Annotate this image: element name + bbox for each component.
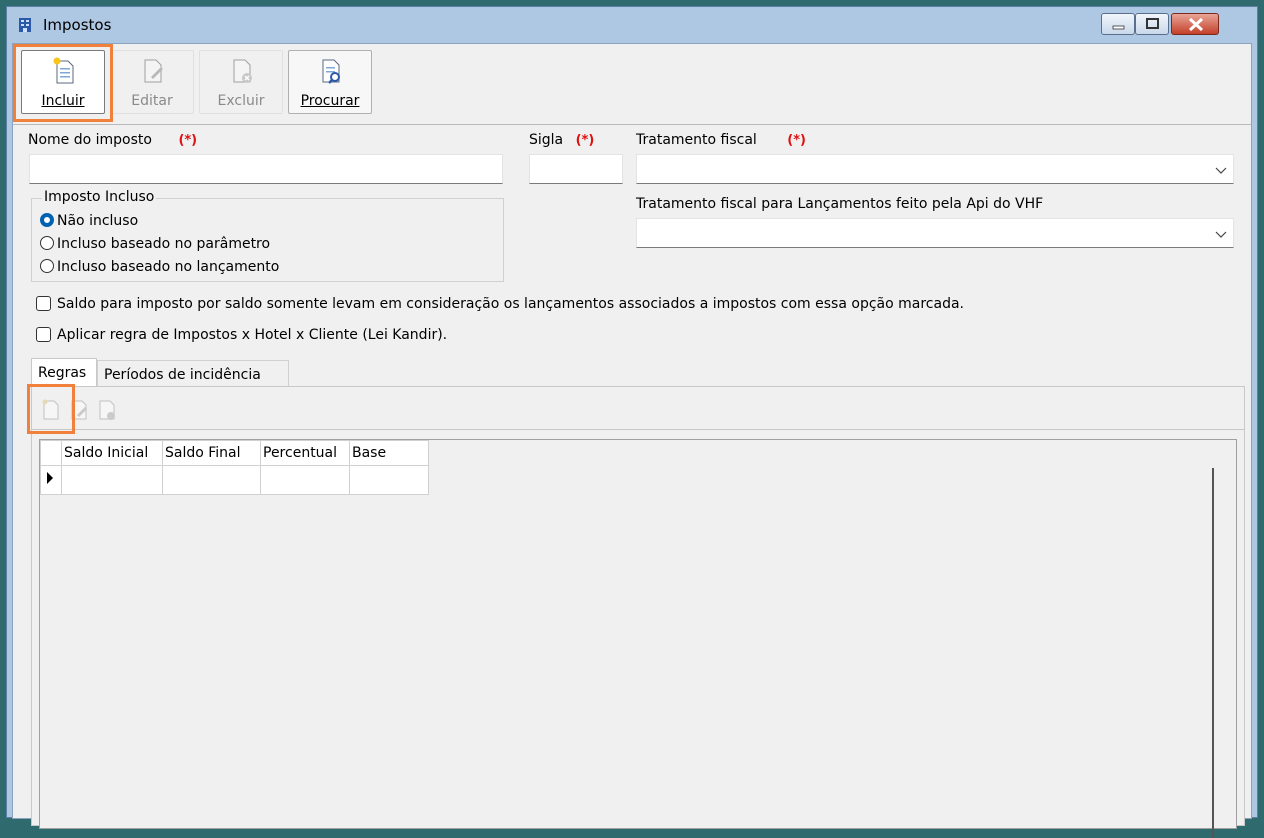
- saldo-checkbox[interactable]: Saldo para imposto por saldo somente lev…: [36, 296, 964, 312]
- checkbox-icon: [36, 296, 51, 311]
- procurar-button[interactable]: Procurar: [288, 50, 372, 114]
- edit-document-icon: [144, 59, 163, 83]
- incluir-label: Incluir: [41, 93, 85, 109]
- radio-label: Incluso baseado no lançamento: [57, 259, 280, 275]
- tratamento-api-label: Tratamento fiscal para Lançamentos feito…: [636, 196, 1044, 212]
- radio-incluso-lancamento[interactable]: Incluso baseado no lançamento: [40, 259, 279, 275]
- table-row[interactable]: [40, 465, 429, 495]
- tratamento-label: Tratamento fiscal (*): [636, 132, 806, 148]
- editar-button[interactable]: Editar: [110, 50, 194, 114]
- radio-selected-icon: [40, 213, 54, 227]
- grid-header-row: Saldo Inicial Saldo Final Percentual Bas…: [40, 440, 429, 466]
- lei-kandir-checkbox-label: Aplicar regra de Impostos x Hotel x Clie…: [57, 327, 448, 343]
- regras-panel: Saldo Inicial Saldo Final Percentual Bas…: [31, 386, 1245, 838]
- chevron-down-icon: [1215, 167, 1227, 174]
- cell-saldo-inicial[interactable]: [61, 465, 163, 495]
- minimize-icon: [1112, 25, 1125, 30]
- required-mark: (*): [575, 133, 595, 148]
- saldo-checkbox-label: Saldo para imposto por saldo somente lev…: [57, 296, 964, 312]
- minimize-button[interactable]: [1101, 13, 1135, 35]
- required-mark: (*): [178, 133, 198, 148]
- delete-rule-icon[interactable]: [97, 399, 117, 421]
- grid-corner: [40, 440, 62, 466]
- edit-rule-icon[interactable]: [69, 399, 89, 421]
- window-title: Impostos: [43, 16, 112, 34]
- checkbox-icon: [36, 327, 51, 342]
- maximize-icon: [1146, 18, 1159, 29]
- incluir-button[interactable]: Incluir: [21, 50, 105, 114]
- excluir-button[interactable]: Excluir: [199, 50, 283, 114]
- imposto-incluso-legend: Imposto Incluso: [42, 189, 157, 205]
- tratamento-api-select[interactable]: [636, 218, 1234, 248]
- impostos-window: Impostos Incluir Editar Excluir Procurar…: [6, 6, 1258, 838]
- client-area: Incluir Editar Excluir Procurar Nome do …: [12, 43, 1252, 838]
- radio-nao-incluso[interactable]: Não incluso: [40, 213, 138, 229]
- radio-label: Não incluso: [57, 213, 139, 229]
- col-base[interactable]: Base: [349, 440, 429, 466]
- chevron-down-icon: [1215, 231, 1227, 238]
- vertical-scrollbar[interactable]: [1212, 468, 1214, 838]
- tratamento-fiscal-select[interactable]: [636, 154, 1234, 184]
- main-toolbar: Incluir Editar Excluir Procurar: [13, 44, 1251, 125]
- radio-unselected-icon: [40, 236, 54, 250]
- required-mark: (*): [787, 133, 806, 148]
- tab-regras[interactable]: Regras: [31, 358, 97, 386]
- col-percentual[interactable]: Percentual: [260, 440, 350, 466]
- tab-periodos[interactable]: Períodos de incidência: [97, 360, 289, 386]
- new-rule-icon[interactable]: [41, 399, 61, 421]
- cell-base[interactable]: [349, 465, 429, 495]
- imposto-incluso-group: Imposto Incluso Não incluso Incluso base…: [31, 189, 504, 282]
- current-row-arrow-icon: [47, 472, 53, 484]
- lei-kandir-checkbox[interactable]: Aplicar regra de Impostos x Hotel x Clie…: [36, 327, 447, 343]
- close-button[interactable]: [1171, 13, 1219, 35]
- nome-label: Nome do imposto (*): [28, 132, 197, 148]
- sigla-label: Sigla (*): [529, 132, 594, 148]
- close-icon: [1188, 17, 1204, 32]
- sigla-label-text: Sigla: [529, 132, 564, 148]
- cell-saldo-final[interactable]: [162, 465, 261, 495]
- search-document-icon: [322, 59, 340, 84]
- delete-document-icon: [233, 59, 252, 83]
- rules-table: Saldo Inicial Saldo Final Percentual Bas…: [40, 440, 429, 495]
- col-saldo-inicial[interactable]: Saldo Inicial: [61, 440, 163, 466]
- rules-grid: Saldo Inicial Saldo Final Percentual Bas…: [39, 439, 1237, 838]
- radio-unselected-icon: [40, 259, 54, 273]
- maximize-button[interactable]: [1135, 13, 1169, 35]
- editar-label: Editar: [131, 93, 173, 109]
- sigla-input[interactable]: [529, 154, 623, 184]
- building-icon: [19, 18, 31, 32]
- new-document-icon: [53, 57, 74, 84]
- row-indicator: [40, 465, 62, 495]
- nome-imposto-input[interactable]: [29, 154, 503, 184]
- radio-incluso-parametro[interactable]: Incluso baseado no parâmetro: [40, 236, 270, 252]
- radio-label: Incluso baseado no parâmetro: [57, 236, 271, 252]
- title-bar: Impostos: [7, 7, 1257, 41]
- cell-percentual[interactable]: [260, 465, 350, 495]
- nome-label-text: Nome do imposto: [28, 132, 152, 148]
- excluir-label: Excluir: [217, 93, 265, 109]
- tratamento-label-text: Tratamento fiscal: [636, 132, 757, 148]
- rules-toolbar: [32, 389, 1244, 430]
- procurar-label: Procurar: [300, 93, 360, 109]
- col-saldo-final[interactable]: Saldo Final: [162, 440, 261, 466]
